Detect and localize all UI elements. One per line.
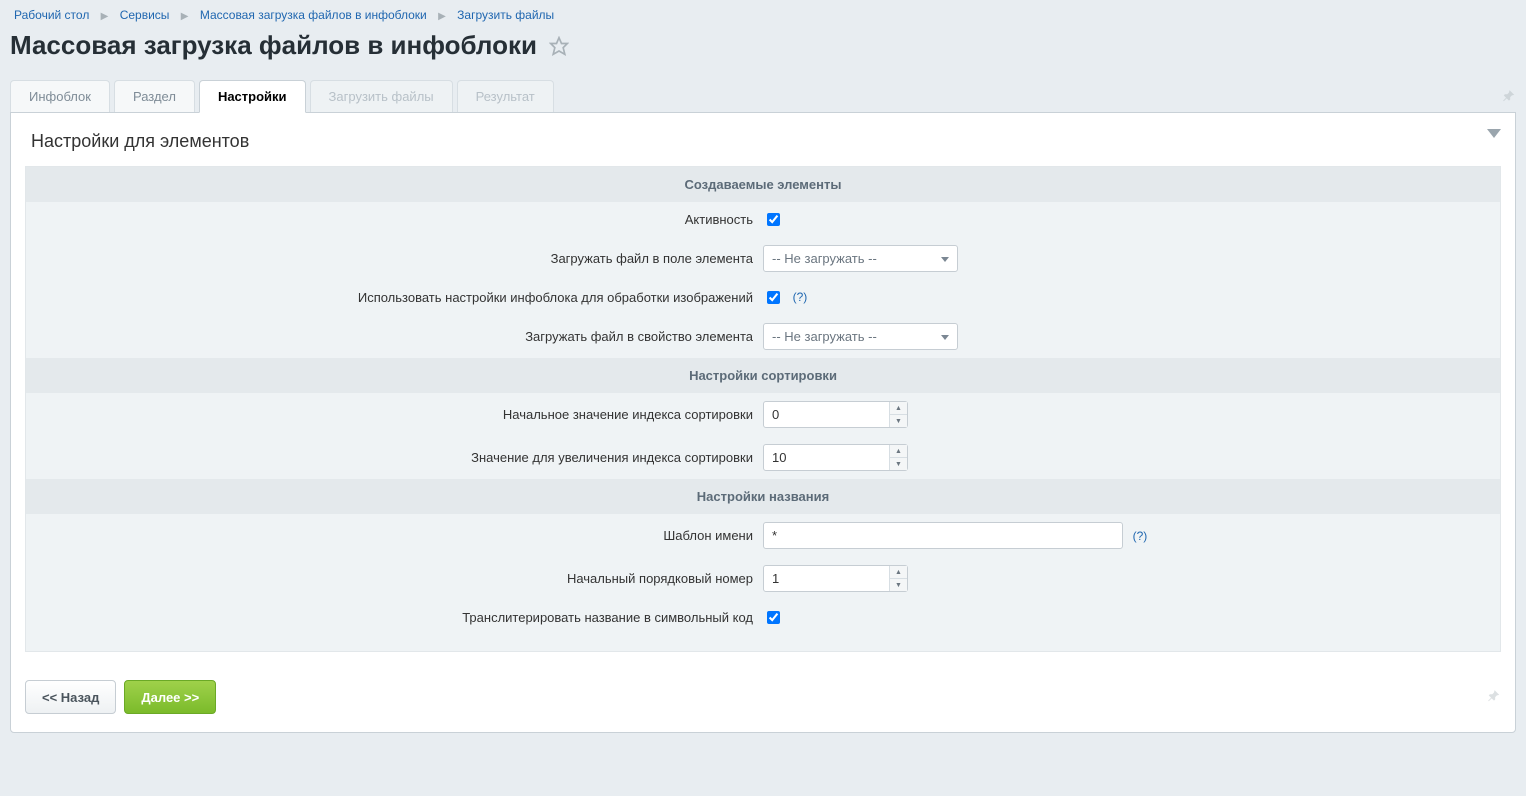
chevron-right-icon: ▶ <box>101 11 109 22</box>
breadcrumb-item[interactable]: Рабочий стол <box>14 8 89 22</box>
breadcrumb-item[interactable]: Сервисы <box>120 8 170 22</box>
tab-upload: Загрузить файлы <box>310 80 453 113</box>
input-name-template[interactable] <box>763 522 1123 549</box>
spin-up-icon[interactable]: ▲ <box>890 566 907 579</box>
collapse-icon[interactable] <box>1487 127 1501 142</box>
input-start-number[interactable] <box>763 565 908 592</box>
spin-down-icon[interactable]: ▼ <box>890 458 907 470</box>
favorite-star-icon[interactable] <box>549 36 569 56</box>
breadcrumb-item[interactable]: Массовая загрузка файлов в инфоблоки <box>200 8 427 22</box>
help-link[interactable]: (?) <box>793 290 808 304</box>
label-load-field: Загружать файл в поле элемента <box>26 251 763 266</box>
breadcrumb-item[interactable]: Загрузить файлы <box>457 8 554 22</box>
section-header-created: Создаваемые элементы <box>26 167 1500 202</box>
label-sort-step: Значение для увеличения индекса сортиров… <box>26 450 763 465</box>
label-sort-start: Начальное значение индекса сортировки <box>26 407 763 422</box>
tabs: Инфоблок Раздел Настройки Загрузить файл… <box>10 79 1516 112</box>
spin-up-icon[interactable]: ▲ <box>890 402 907 415</box>
pin-icon[interactable] <box>1487 689 1501 706</box>
label-load-property: Загружать файл в свойство элемента <box>26 329 763 344</box>
label-name-template: Шаблон имени <box>26 528 763 543</box>
tab-section[interactable]: Раздел <box>114 80 195 113</box>
select-load-field[interactable]: -- Не загружать -- <box>763 245 958 272</box>
spin-up-icon[interactable]: ▲ <box>890 445 907 458</box>
checkbox-translit[interactable] <box>767 611 780 624</box>
checkbox-use-iblock-settings[interactable] <box>767 291 780 304</box>
input-sort-step[interactable] <box>763 444 908 471</box>
section-header-sorting: Настройки сортировки <box>26 358 1500 393</box>
back-button[interactable]: << Назад <box>25 680 116 714</box>
select-value: -- Не загружать -- <box>772 329 877 344</box>
panel-heading: Настройки для элементов <box>11 131 1515 166</box>
tab-result: Результат <box>457 80 554 113</box>
label-start-number: Начальный порядковый номер <box>26 571 763 586</box>
label-use-iblock-settings: Использовать настройки инфоблока для обр… <box>26 290 763 305</box>
label-translit: Транслитерировать название в символьный … <box>26 610 763 625</box>
checkbox-activity[interactable] <box>767 213 780 226</box>
next-button[interactable]: Далее >> <box>124 680 216 714</box>
form-area: Создаваемые элементы Активность Загружат… <box>25 166 1501 652</box>
spin-down-icon[interactable]: ▼ <box>890 579 907 591</box>
label-activity: Активность <box>26 212 763 227</box>
number-spinner[interactable]: ▲▼ <box>889 402 907 427</box>
spin-down-icon[interactable]: ▼ <box>890 415 907 427</box>
input-sort-start[interactable] <box>763 401 908 428</box>
select-value: -- Не загружать -- <box>772 251 877 266</box>
number-spinner[interactable]: ▲▼ <box>889 566 907 591</box>
tab-settings[interactable]: Настройки <box>199 80 306 113</box>
tab-infoblock[interactable]: Инфоблок <box>10 80 110 113</box>
settings-panel: Настройки для элементов Создаваемые элем… <box>10 112 1516 733</box>
page-title: Массовая загрузка файлов в инфоблоки <box>10 30 537 61</box>
section-header-naming: Настройки названия <box>26 479 1500 514</box>
breadcrumb: Рабочий стол ▶ Сервисы ▶ Массовая загруз… <box>10 8 1516 22</box>
chevron-right-icon: ▶ <box>181 11 189 22</box>
select-load-property[interactable]: -- Не загружать -- <box>763 323 958 350</box>
chevron-right-icon: ▶ <box>438 11 446 22</box>
number-spinner[interactable]: ▲▼ <box>889 445 907 470</box>
pin-icon[interactable] <box>1502 89 1516 103</box>
help-link[interactable]: (?) <box>1133 529 1148 543</box>
